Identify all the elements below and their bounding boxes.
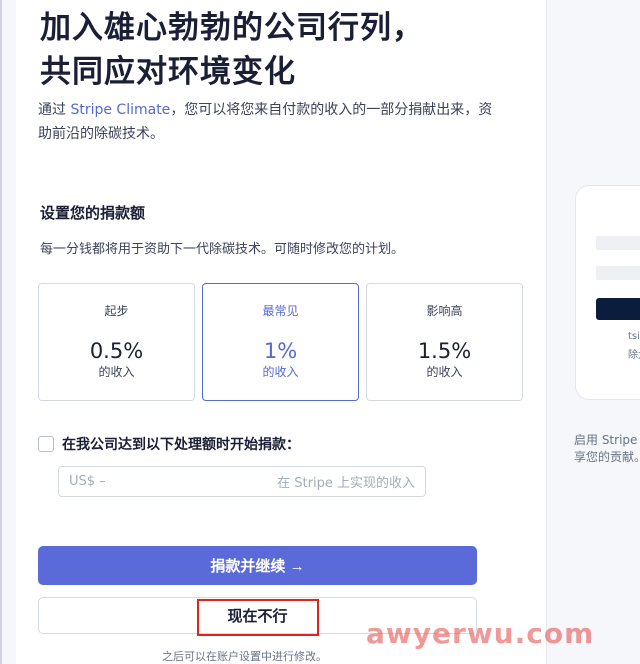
- main-panel: 加入雄心勃勃的公司行列， 共同应对环境变化 通过 Stripe Climate，…: [16, 0, 546, 664]
- threshold-amount-input[interactable]: US$ – 在 Stripe 上实现的收入: [58, 466, 426, 497]
- donation-options: 起步 0.5% 的收入 最常见 1% 的收入 影响高 1.5% 的收入: [38, 283, 528, 401]
- stripe-climate-link[interactable]: Stripe Climate: [70, 102, 170, 118]
- page-title-line1: 加入雄心勃勃的公司行列，: [40, 10, 424, 46]
- preview-button: [596, 298, 640, 320]
- preview-caption: 享您的贡献。: [574, 450, 640, 464]
- amount-prefix: US$ –: [69, 474, 106, 489]
- preview-text: 除大: [628, 350, 640, 361]
- settings-footnote: 之后可以在账户设置中进行修改。: [162, 650, 327, 663]
- amount-suffix: 在 Stripe 上实现的收入: [277, 476, 415, 491]
- preview-card: tsin 除大: [575, 185, 640, 400]
- threshold-checkbox-label[interactable]: 在我公司达到以下处理额时开始捐款：: [62, 434, 300, 454]
- preview-text: tsin: [628, 331, 640, 342]
- page-title: 加入雄心勃勃的公司行列， 共同应对环境变化: [40, 6, 500, 94]
- option-sub: 的收入: [426, 365, 463, 379]
- donate-continue-button[interactable]: 捐款并继续 →: [38, 546, 477, 585]
- option-percent: 1%: [263, 339, 298, 363]
- preview-panel: tsin 除大 启用 Stripe 享您的贡献。: [546, 0, 640, 664]
- threshold-checkbox[interactable]: [38, 436, 54, 452]
- preview-field: [596, 266, 640, 280]
- preview-caption: 启用 Stripe: [574, 433, 638, 447]
- preview-field: [596, 236, 640, 250]
- donation-option-high-impact[interactable]: 影响高 1.5% 的收入: [366, 283, 523, 401]
- option-sub: 的收入: [98, 365, 135, 379]
- donation-section-description: 每一分钱都将用于资助下一代除碳技术。可随时修改您的计划。: [40, 242, 405, 257]
- watermark: awyerwu.com: [366, 617, 595, 650]
- option-label: 起步: [104, 304, 129, 318]
- option-label: 最常见: [262, 304, 299, 318]
- option-percent: 1.5%: [417, 339, 472, 363]
- intro-before: 通过: [38, 102, 71, 118]
- intro-text: 通过 Stripe Climate，您可以将您来自付款的收入的一部分捐献出来，资…: [38, 98, 498, 146]
- option-sub: 的收入: [262, 365, 299, 379]
- page-title-line2: 共同应对环境变化: [40, 54, 296, 90]
- donation-section-title: 设置您的捐款额: [40, 204, 146, 222]
- donation-option-common[interactable]: 最常见 1% 的收入: [202, 283, 359, 401]
- donation-option-starter[interactable]: 起步 0.5% 的收入: [38, 283, 195, 401]
- option-label: 影响高: [426, 304, 463, 318]
- option-percent: 0.5%: [89, 339, 144, 363]
- threshold-checkbox-row: 在我公司达到以下处理额时开始捐款：: [38, 433, 498, 455]
- app-frame: 加入雄心勃勃的公司行列， 共同应对环境变化 通过 Stripe Climate，…: [0, 0, 640, 664]
